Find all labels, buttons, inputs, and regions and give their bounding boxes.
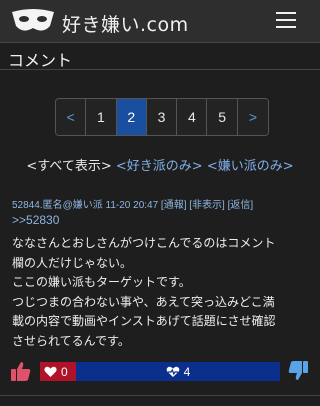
comment-line: ななさんとおしさんがつけこんでるのはコメント xyxy=(12,236,276,250)
filter-dislikes-only[interactable]: <嫌い派のみ> xyxy=(207,159,294,174)
pagination-page-5[interactable]: 5 xyxy=(207,99,238,135)
like-count: 0 xyxy=(61,364,68,379)
comment-filters: <すべて表示> <好き派のみ> <嫌い派のみ> xyxy=(0,155,320,174)
comment-line: つじつまの合わない事や、あえて突っ込みどこ満 xyxy=(12,294,275,309)
pagination-prev[interactable]: < xyxy=(56,99,87,135)
pagination-page-3[interactable]: 3 xyxy=(146,99,178,135)
filter-show-all[interactable]: <すべて表示> xyxy=(26,159,111,174)
thumbs-up-icon[interactable] xyxy=(10,360,32,382)
pagination: < 1 2 3 4 5 > xyxy=(55,98,270,136)
comment-line: させられてるんです。 xyxy=(12,333,130,348)
dislike-count: 4 xyxy=(183,364,191,379)
divider xyxy=(0,395,320,396)
pagination-page-1[interactable]: 1 xyxy=(86,99,117,135)
filter-likes-only[interactable]: <好き派のみ> xyxy=(116,159,203,174)
section-header: コメント xyxy=(0,42,320,70)
comment-body: ななさんとおしさんがつけこんでるのはコメント 欄の人だけじゃない。 ここの嫌い派… xyxy=(12,234,312,352)
pagination-page-2[interactable]: 2 xyxy=(116,99,147,135)
comment-line: 欄の人だけじゃない。 xyxy=(12,255,133,270)
mask-icon[interactable] xyxy=(10,6,56,36)
site-logo-text[interactable]: 好き嫌い.com xyxy=(62,10,189,37)
heart-icon xyxy=(44,366,57,377)
like-bar: 0 xyxy=(40,362,76,381)
comment-meta[interactable]: 52844.匿名@嫌い派 11-20 20:47 [通報] [非表示] [返信] xyxy=(12,196,253,211)
reply-anchor-link[interactable]: >>52830 xyxy=(12,213,59,227)
comment-line: 載の内容で動画やインストあげて話題にさせ確認 xyxy=(12,314,276,329)
dislike-bar: 4 xyxy=(76,362,280,381)
top-bar: 好き嫌い.com xyxy=(0,0,320,42)
hamburger-icon[interactable] xyxy=(276,12,296,30)
comment-line: ここの嫌い派もターゲットです。 xyxy=(12,275,191,290)
vote-row: 0 4 xyxy=(0,360,320,384)
thumbs-down-icon[interactable] xyxy=(287,360,309,382)
pagination-page-4[interactable]: 4 xyxy=(177,99,208,135)
section-title: コメント xyxy=(8,51,73,70)
broken-heart-icon xyxy=(166,366,179,377)
pagination-next[interactable]: > xyxy=(237,99,269,135)
